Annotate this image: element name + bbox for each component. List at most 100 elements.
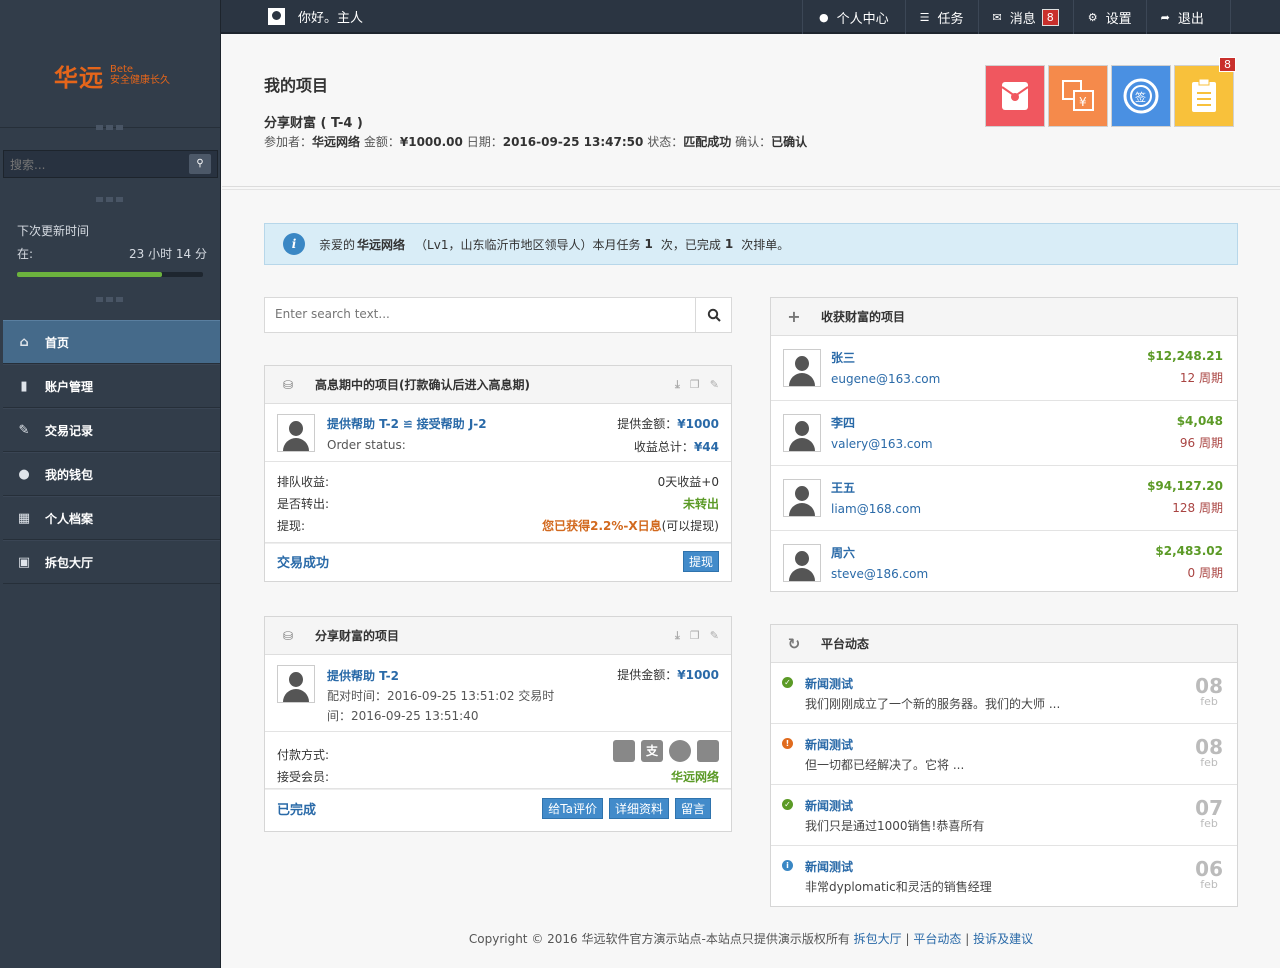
share-payment: 付款方式: 接受会员: 支 华远网络: [265, 732, 731, 789]
interest-panel-header: ⛁ 高息期中的项目(打款确认后进入高息期) ⤓ ❐ ✎: [265, 366, 731, 404]
sidebar-search: ⚲: [3, 150, 218, 178]
greeting: 你好。主人: [298, 11, 364, 26]
search-icon[interactable]: ⚲: [189, 154, 211, 174]
gear-icon: ⚙: [1087, 10, 1098, 24]
page-title: 我的项目: [264, 76, 329, 95]
edit-icon[interactable]: ✎: [710, 629, 719, 643]
list-item[interactable]: 周六 steve@186.com $2,483.02 0 周期: [771, 531, 1237, 596]
pay-method-label: 付款方式:: [277, 748, 330, 762]
feed-title: 新闻测试: [805, 860, 854, 874]
person-email: valery@163.com: [831, 437, 933, 451]
currency-exchange-tile[interactable]: ¥: [1048, 65, 1108, 127]
svg-text:¥: ¥: [1079, 95, 1087, 109]
sign-tile[interactable]: 签: [1111, 65, 1171, 127]
feed-title: 新闻测试: [805, 738, 854, 752]
gain-panel-title: 收获财富的项目: [821, 310, 906, 324]
top-settings[interactable]: ⚙ 设置: [1072, 0, 1146, 34]
search-input[interactable]: [275, 307, 675, 321]
provide-help-link[interactable]: 提供帮助 T-2: [327, 669, 399, 683]
user-icon: ●: [18, 466, 30, 482]
avatar: [277, 414, 315, 452]
feed-desc: 非常dyplomatic和灵活的销售经理: [805, 880, 992, 894]
list-item[interactable]: ✓ 新闻测试 我们刚刚成立了一个新的服务器。我们的大师 ... 08 feb: [771, 663, 1237, 724]
list-item[interactable]: 李四 valery@163.com $4,048 96 周期: [771, 401, 1237, 466]
accept-help-link[interactable]: 接受帮助 J-2: [417, 417, 487, 431]
feed-date: 08 feb: [1195, 735, 1223, 769]
info-icon: i: [782, 860, 793, 871]
user-avatar-icon: [268, 8, 285, 25]
provide-help-link[interactable]: 提供帮助 T-2: [327, 417, 399, 431]
list-item[interactable]: i 新闻测试 非常dyplomatic和灵活的销售经理 06 feb: [771, 846, 1237, 907]
pay-icons: 支: [613, 740, 719, 762]
divider-grip: [96, 297, 126, 303]
person-period: 96 周期: [1179, 436, 1223, 450]
person-email: steve@186.com: [831, 567, 929, 581]
download-icon[interactable]: ⤓: [675, 629, 680, 643]
person-amount: $4,048: [1176, 414, 1223, 428]
interest-summary: 提供帮助 T-2 ≌ 接受帮助 J-2 Order status: 提供金额：¥…: [265, 404, 731, 462]
red-envelope-tile[interactable]: [985, 65, 1045, 127]
page-header: 我的项目 分享财富 ( T-4 ) 参加者：华远网络 金额：¥1000.00 日…: [222, 34, 1280, 190]
person-name: 张三: [831, 351, 856, 365]
feed-desc: 我们刚刚成立了一个新的服务器。我们的大师 ...: [805, 697, 1061, 711]
sidebar-item-profile[interactable]: ▦ 个人档案: [3, 496, 220, 540]
divider-grip: [96, 125, 126, 131]
sidebar-item-home[interactable]: ⌂ 首页: [3, 320, 220, 364]
person-period: 0 周期: [1187, 566, 1223, 580]
match-time: 配对时间：2016-09-25 13:51:02 交易时: [327, 689, 555, 703]
footer-link-feedback[interactable]: 投诉及建议: [973, 932, 1033, 946]
refresh-icon[interactable]: ↻: [783, 635, 805, 653]
transfer-status: 未转出: [682, 496, 719, 511]
avatar: [783, 414, 821, 452]
edit-icon[interactable]: ✎: [710, 378, 719, 392]
withdraw-button[interactable]: 提现: [682, 551, 719, 572]
home-icon: ⌂: [19, 334, 29, 350]
top-user[interactable]: 你好。主人: [268, 7, 363, 26]
provide-amount: ¥1000: [677, 417, 719, 431]
plus-icon[interactable]: +: [783, 307, 805, 326]
footer-link-hall[interactable]: 拆包大厅: [854, 932, 902, 946]
person-name: 周六: [831, 546, 856, 560]
clipboard-tile[interactable]: 8: [1174, 57, 1236, 127]
user-icon: ●: [819, 10, 829, 24]
feed-title: 新闻测试: [805, 799, 854, 813]
top-logout[interactable]: ➦ 退出: [1145, 0, 1231, 34]
top-tasks[interactable]: ☰ 任务: [904, 0, 978, 34]
sidebar-item-wallet[interactable]: ● 我的钱包: [3, 452, 220, 496]
copy-icon[interactable]: ❐: [690, 378, 700, 392]
person-period: 12 周期: [1179, 371, 1223, 385]
sidebar-search-input[interactable]: [10, 156, 180, 174]
member-value: 华远网络: [670, 770, 719, 784]
profit-total: ¥44: [693, 440, 719, 454]
update-progress: [17, 272, 203, 277]
feed-panel-header: ↻ 平台动态: [771, 625, 1237, 663]
footer-link-feed[interactable]: 平台动态: [913, 932, 961, 946]
list-item[interactable]: ! 新闻测试 但一切都已经解决了。它将 ... 08 feb: [771, 724, 1237, 785]
gain-panel: + 收获财富的项目 张三 eugene@163.com $12,248.21 12 …: [770, 297, 1238, 592]
bank-card-icon: [613, 740, 635, 762]
currency-exchange-icon: ¥: [1062, 80, 1094, 111]
list-item[interactable]: ✓ 新闻测试 我们只是通过1000销售!恭喜所有 07 feb: [771, 785, 1237, 846]
top-messages[interactable]: ✉ 消息 8: [977, 0, 1073, 34]
search-icon[interactable]: [695, 298, 731, 332]
interest-panel: ⛁ 高息期中的项目(打款确认后进入高息期) ⤓ ❐ ✎ 提供帮助 T-2 ≌ 接受帮…: [264, 365, 732, 582]
list-item[interactable]: 张三 eugene@163.com $12,248.21 12 周期: [771, 336, 1237, 401]
feed-desc: 但一切都已经解决了。它将 ...: [805, 758, 965, 772]
top-personal-center[interactable]: ● 个人中心: [802, 0, 905, 34]
update-progress-fill: [17, 272, 163, 277]
rate-button[interactable]: 给Ta评价: [542, 798, 603, 819]
message-button[interactable]: 留言: [674, 798, 711, 819]
sidebar-item-hall[interactable]: ▣ 拆包大厅: [3, 540, 220, 584]
download-icon[interactable]: ⤓: [675, 378, 680, 392]
details-button[interactable]: 详细资料: [608, 798, 669, 819]
sidebar-item-account[interactable]: ▮ 账户管理: [3, 364, 220, 408]
sidebar-item-transactions[interactable]: ✎ 交易记录: [3, 408, 220, 452]
person-name: 李四: [831, 416, 856, 430]
check-icon: ✓: [782, 799, 793, 810]
copy-icon[interactable]: ❐: [690, 629, 700, 643]
feed-panel: ↻ 平台动态 ✓ 新闻测试 我们刚刚成立了一个新的服务器。我们的大师 ... 0…: [770, 624, 1238, 907]
list-item[interactable]: 王五 liam@168.com $94,127.20 128 周期: [771, 466, 1237, 531]
quick-tiles: ¥ 签 8: [985, 57, 1236, 127]
exclamation-icon: !: [782, 738, 793, 749]
wechat-icon: [669, 740, 691, 762]
